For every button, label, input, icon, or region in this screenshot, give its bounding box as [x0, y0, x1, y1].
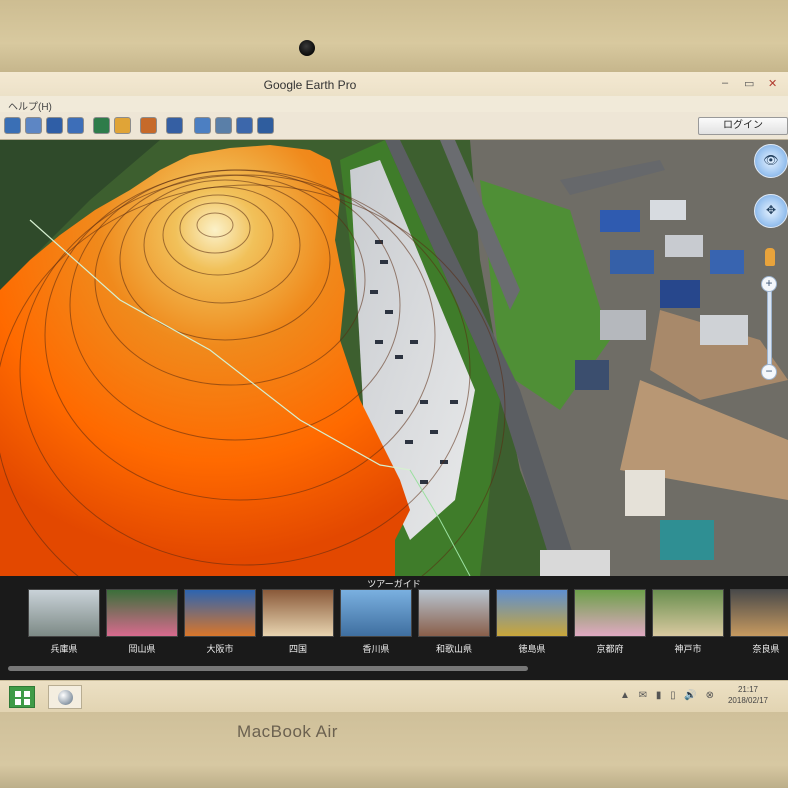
zoom-in-button[interactable]: + [761, 276, 777, 292]
laptop-bezel-top [0, 0, 788, 72]
toolbar: ログイン [0, 112, 788, 140]
camera-icon [299, 40, 315, 56]
tour-thumbnail-label: 京都府 [596, 644, 624, 654]
windows-taskbar: ▲ ✉ ▮ ▯ 🔊 ⊗ 21:17 2018/02/17 [0, 680, 788, 712]
taskbar-clock[interactable]: 21:17 2018/02/17 [720, 684, 776, 706]
menu-bar: ヘルプ(H) [0, 96, 788, 113]
record-tour-icon[interactable] [93, 117, 110, 134]
tour-thumbnail[interactable] [184, 589, 256, 637]
sunlight-icon[interactable] [114, 117, 131, 134]
aerial-imagery [0, 140, 788, 576]
minimize-button[interactable]: – [722, 77, 728, 89]
tour-thumbnail-label: 奈良県 [752, 644, 780, 654]
tour-thumbnail[interactable] [106, 589, 178, 637]
window-titlebar: Google Earth Pro – ▭ ✕ [0, 72, 788, 96]
screen: Google Earth Pro – ▭ ✕ ヘルプ(H) ログイン 👁 ✥ +… [0, 72, 788, 712]
tour-thumbnail[interactable] [652, 589, 724, 637]
save-image-icon[interactable] [236, 117, 253, 134]
overlay-icon[interactable] [67, 117, 84, 134]
tour-thumbnail[interactable] [340, 589, 412, 637]
tour-thumbnail-label: 岡山県 [128, 644, 156, 654]
clock-time: 21:17 [737, 685, 759, 694]
login-button[interactable]: ログイン [698, 117, 788, 135]
look-control[interactable]: 👁 [754, 144, 788, 178]
polygon-icon[interactable] [25, 117, 42, 134]
google-earth-taskbar-button[interactable] [48, 685, 82, 709]
tour-thumbnail-label: 兵庫県 [50, 644, 78, 654]
tour-thumbnail[interactable] [730, 589, 788, 637]
menu-help[interactable]: ヘルプ(H) [8, 98, 52, 113]
system-tray-icons[interactable]: ▲ ✉ ▮ ▯ 🔊 ⊗ [620, 690, 717, 701]
street-view-pegman-icon[interactable] [765, 248, 775, 266]
device-label: MacBook Air [237, 722, 338, 741]
placemark-icon[interactable] [4, 117, 21, 134]
tour-thumbnail[interactable] [496, 589, 568, 637]
eye-icon: 👁 [763, 153, 779, 167]
path-icon[interactable] [46, 117, 63, 134]
tour-thumbnail-label: 四国 [288, 644, 307, 654]
tour-thumbnail-label: 和歌山県 [435, 644, 472, 654]
maps-icon[interactable] [257, 117, 274, 134]
google-earth-icon [58, 690, 73, 705]
tour-thumbnail-label: 大阪市 [206, 644, 234, 654]
restore-button[interactable]: ▭ [744, 77, 754, 90]
navigation-controls: 👁 ✥ + − [750, 144, 788, 384]
zoom-out-button[interactable]: − [761, 364, 777, 380]
print-icon[interactable] [215, 117, 232, 134]
tour-guide-panel: ツアーガイド 兵庫県 岡山県 大阪市 四国 香川県 和歌山県 徳島県 京都府 神戸市 奈良県 [0, 576, 788, 680]
move-control[interactable]: ✥ [754, 194, 788, 228]
earth-map-view[interactable] [0, 140, 788, 576]
tour-thumbnail-label: 神戸市 [674, 644, 702, 654]
ruler-icon[interactable] [166, 117, 183, 134]
clock-date: 2018/02/17 [727, 696, 769, 705]
tour-thumbnail[interactable] [262, 589, 334, 637]
start-button[interactable] [9, 686, 35, 708]
zoom-slider[interactable] [767, 282, 772, 374]
tour-thumbnail[interactable] [574, 589, 646, 637]
email-icon[interactable] [194, 117, 211, 134]
planets-icon[interactable] [140, 117, 157, 134]
tour-thumbnail-label: 徳島県 [518, 644, 546, 654]
tour-thumbnail-label: 香川県 [362, 644, 390, 654]
move-icon: ✥ [765, 203, 777, 217]
window-title: Google Earth Pro [263, 78, 357, 92]
close-button[interactable]: ✕ [768, 77, 777, 90]
tour-thumbnail[interactable] [28, 589, 100, 637]
tour-thumbnail[interactable] [418, 589, 490, 637]
tour-scrollbar[interactable] [8, 666, 528, 671]
